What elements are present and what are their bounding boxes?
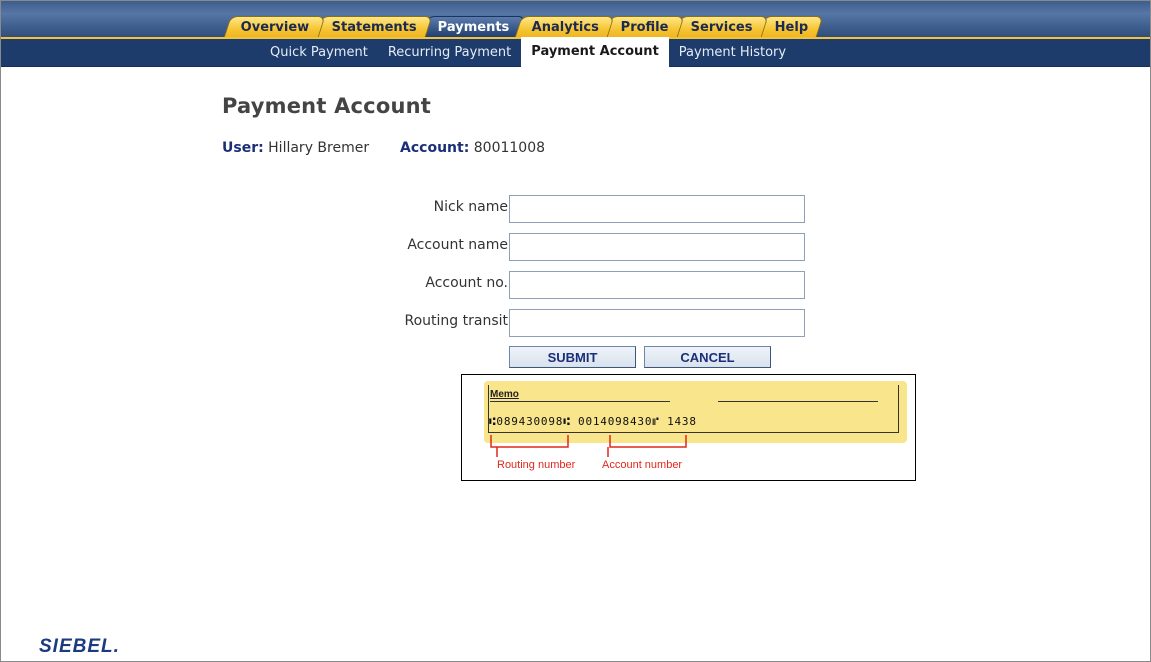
account-name-label: Account name bbox=[407, 237, 508, 253]
user-label: User: bbox=[222, 140, 264, 156]
tab-label: Help bbox=[774, 20, 808, 35]
subnav-payment-account[interactable]: Payment Account bbox=[521, 37, 669, 67]
submit-button[interactable]: SUBMIT bbox=[509, 346, 636, 368]
cancel-button[interactable]: CANCEL bbox=[644, 346, 771, 368]
sub-nav-items: Quick Payment Recurring Payment Payment … bbox=[260, 37, 796, 67]
tab-statements[interactable]: Statements bbox=[313, 16, 433, 37]
account-value: 80011008 bbox=[473, 140, 546, 156]
check-sample-image: Memo ⑆089430098⑆ 0014098430⑈ 1438 Routin… bbox=[461, 374, 916, 481]
account-name-row: Account name bbox=[330, 233, 810, 261]
subnav-recurring-payment[interactable]: Recurring Payment bbox=[378, 39, 521, 67]
routing-transit-label: Routing transit bbox=[404, 313, 509, 329]
subnav-payment-history[interactable]: Payment History bbox=[669, 39, 796, 67]
routing-transit-input[interactable] bbox=[509, 309, 805, 337]
routing-bracket bbox=[490, 435, 569, 448]
tab-label: Payments bbox=[438, 20, 510, 35]
main-nav: Overview Statements Payments Analytics P… bbox=[1, 1, 1150, 37]
tab-overview[interactable]: Overview bbox=[223, 16, 326, 37]
tab-label: Services bbox=[690, 20, 753, 35]
tab-help[interactable]: Help bbox=[757, 16, 824, 37]
tab-analytics[interactable]: Analytics bbox=[514, 16, 615, 37]
routing-transit-row: Routing transit bbox=[330, 309, 810, 337]
tab-payments[interactable]: Payments bbox=[420, 16, 526, 37]
account-no-row: Account no. bbox=[330, 271, 810, 299]
account-no-label: Account no. bbox=[425, 275, 508, 291]
tab-label: Overview bbox=[240, 20, 310, 35]
tab-profile[interactable]: Profile bbox=[603, 16, 685, 37]
tab-label: Analytics bbox=[531, 20, 599, 35]
subnav-quick-payment[interactable]: Quick Payment bbox=[260, 39, 378, 67]
account-label: Account: bbox=[400, 140, 470, 156]
account-number-caption: Account number bbox=[602, 459, 683, 471]
sub-nav: Quick Payment Recurring Payment Payment … bbox=[1, 37, 1150, 67]
account-bracket bbox=[609, 435, 687, 448]
account-no-input[interactable] bbox=[509, 271, 805, 299]
nick-name-input[interactable] bbox=[509, 195, 805, 223]
nick-name-label: Nick name bbox=[433, 199, 508, 215]
routing-number-caption: Routing number bbox=[497, 459, 576, 471]
main-tabs: Overview Statements Payments Analytics P… bbox=[223, 16, 824, 37]
account-name-input[interactable] bbox=[509, 233, 805, 261]
tab-label: Profile bbox=[620, 20, 669, 35]
nick-name-row: Nick name bbox=[330, 195, 810, 223]
user-account-info: User: Hillary Bremer Account: 80011008 bbox=[222, 140, 545, 156]
tab-services[interactable]: Services bbox=[673, 16, 769, 37]
user-value: Hillary Bremer bbox=[268, 140, 370, 156]
siebel-logo: SIEBEL. bbox=[39, 636, 120, 657]
page-title: Payment Account bbox=[222, 94, 431, 118]
tab-label: Statements bbox=[331, 20, 417, 35]
